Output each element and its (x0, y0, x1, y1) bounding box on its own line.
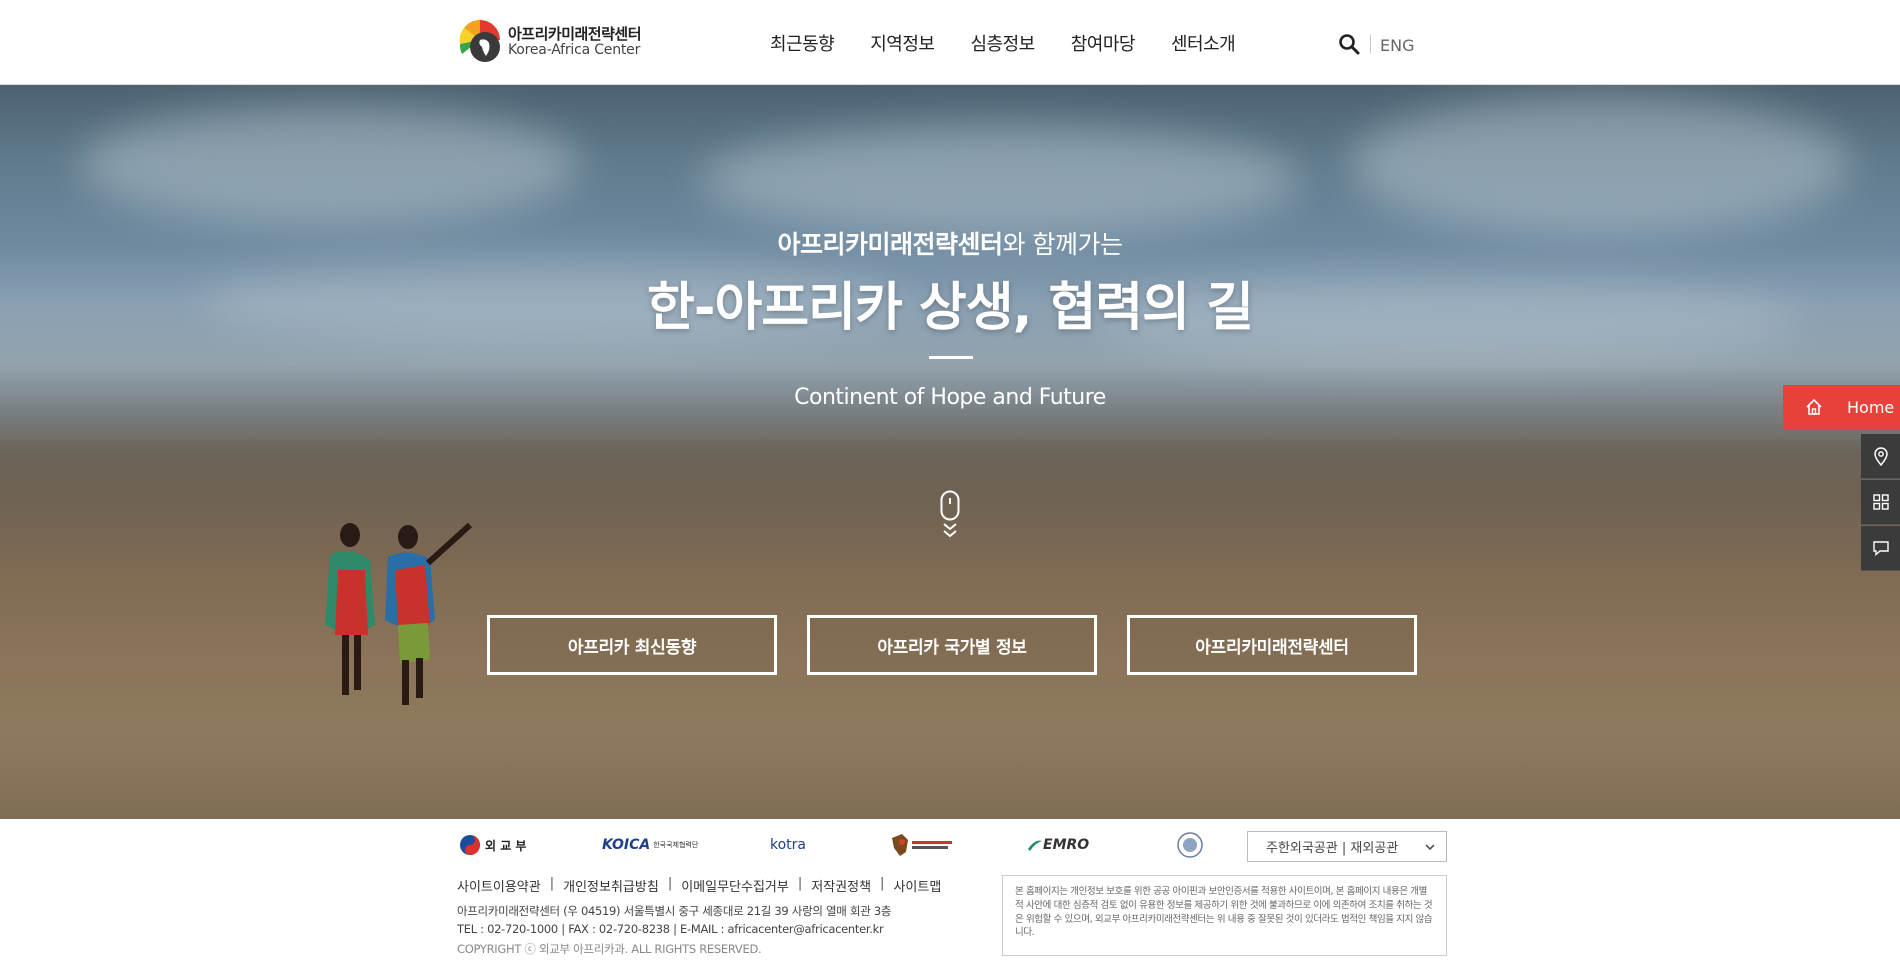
koica-ko-label: 한국국제협력단 (653, 841, 699, 849)
footer-contact: TEL : 02-720-1000 | FAX : 02-720-8238 | … (457, 922, 884, 936)
hero-banner: 아프리카미래전략센터와 함께가는 한-아프리카 상생, 협력의 길 Contin… (0, 85, 1900, 819)
partner-mofa-logo[interactable]: 외 교 부 (459, 832, 526, 858)
site-footer: 외 교 부 KOICA 한국국제협력단 kotra EMRO 주한외국공관 | … (0, 819, 1900, 975)
chevron-down-icon (1425, 844, 1435, 851)
hero-divider (929, 356, 973, 359)
footer-disclaimer: 본 홈페이지는 개인정보 보호를 위한 공공 아이핀과 보안인증서를 적용한 사… (1002, 875, 1447, 956)
footer-link-separator: | (880, 876, 885, 891)
hero-cloud (1350, 95, 1850, 235)
footer-links: 사이트이용약관 | 개인정보취급방침 | 이메일무단수집거부 | 저작권정책 | 사이트… (457, 876, 941, 895)
hero-tagline: Continent of Hope and Future (794, 385, 1106, 410)
scroll-down-icon[interactable] (940, 490, 960, 540)
search-icon[interactable] (1338, 33, 1360, 55)
partner-emblem-logo[interactable] (1177, 832, 1203, 858)
nav-item-indepth[interactable]: 심층정보 (971, 30, 1036, 56)
location-pin-icon (1873, 447, 1888, 466)
footer-link-separator: | (549, 876, 555, 891)
emro-label: EMRO (1043, 837, 1090, 853)
mofa-emblem-icon (460, 835, 480, 855)
nav-item-about[interactable]: 센터소개 (1171, 30, 1236, 56)
logo-title-ko: 아프리카미래전략센터 (508, 24, 642, 43)
hero-subtitle-bold: 아프리카미래전략센터 (777, 230, 1004, 259)
forum-emblem-icon (892, 834, 952, 856)
nav-item-recent[interactable]: 최근동향 (770, 30, 835, 56)
header-divider (1370, 34, 1371, 54)
quick-home-label: Home (1847, 397, 1895, 417)
koica-label: KOICA (602, 837, 651, 853)
quick-home-button[interactable]: Home (1783, 385, 1900, 429)
hero-people-image (325, 522, 473, 705)
africa-center-button[interactable]: 아프리카미래전략센터 (1127, 615, 1417, 675)
mofa-label: 외 교 부 (485, 838, 527, 853)
nav-item-participation[interactable]: 참여마당 (1071, 30, 1136, 56)
quick-sitemap-button[interactable] (1861, 480, 1900, 525)
quick-message-button[interactable] (1861, 526, 1900, 571)
footer-link-privacy[interactable]: 개인정보취급방침 (563, 876, 659, 895)
embassy-select-value: 주한외국공관 | 재외공관 (1266, 841, 1399, 856)
language-toggle[interactable]: ENG (1380, 36, 1414, 55)
hero-subtitle-rest: 와 함께가는 (1002, 230, 1123, 259)
embassy-select[interactable]: 주한외국공관 | 재외공관 (1247, 831, 1447, 862)
kotra-label: kotra (770, 837, 806, 853)
africa-news-button[interactable]: 아프리카 최신동향 (487, 615, 777, 675)
quick-location-button[interactable] (1861, 434, 1900, 479)
nav-item-region[interactable]: 지역정보 (870, 30, 935, 56)
footer-copyright: COPYRIGHT ⓒ 외교부 아프리카과. ALL RIGHTS RESERV… (457, 942, 762, 956)
site-logo[interactable]: 아프리카미래전략센터 Korea-Africa Center (458, 15, 642, 69)
hero-cloud (700, 125, 1300, 235)
footer-link-separator: | (667, 876, 673, 891)
africa-country-info-button[interactable]: 아프리카 국가별 정보 (807, 615, 1097, 675)
footer-link-copyright[interactable]: 저작권정책 (811, 876, 871, 895)
speech-bubble-icon (1872, 541, 1889, 556)
emro-swoosh-icon (1028, 840, 1042, 851)
partner-kotra-logo[interactable]: kotra (770, 832, 806, 858)
home-icon (1806, 398, 1822, 415)
main-nav: 최근동향 지역정보 심층정보 참여마당 센터소개 (770, 0, 1271, 85)
footer-link-sitemap[interactable]: 사이트맵 (893, 876, 941, 895)
footer-address: 아프리카미래전략센터 (우 04519) 서울특별시 중구 세종대로 21길 3… (457, 904, 892, 918)
round-emblem-icon (1177, 832, 1203, 858)
footer-link-terms[interactable]: 사이트이용약관 (457, 876, 541, 895)
footer-link-separator: | (797, 876, 803, 891)
partner-koica-logo[interactable]: KOICA 한국국제협력단 (602, 832, 698, 858)
partner-forum-logo[interactable] (888, 832, 956, 858)
partner-emro-logo[interactable]: EMRO (1027, 832, 1089, 858)
hero-subtitle: 아프리카미래전략센터와 함께가는 (0, 225, 1900, 261)
logo-title-en: Korea-Africa Center (508, 41, 641, 58)
hero-cloud (80, 105, 580, 225)
site-header: 아프리카미래전략센터 Korea-Africa Center 최근동향 지역정보… (0, 0, 1900, 85)
grid-icon (1872, 494, 1889, 510)
logo-mark-icon (459, 20, 500, 62)
footer-link-email-policy[interactable]: 이메일무단수집거부 (681, 876, 789, 895)
hero-title: 한-아프리카 상생, 협력의 길 (647, 278, 1254, 338)
